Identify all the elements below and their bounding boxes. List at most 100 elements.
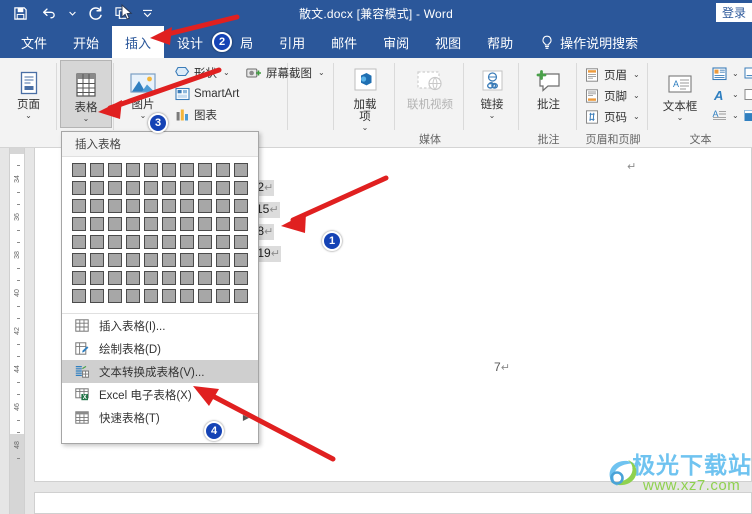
header-button[interactable]: 页眉 ⌄ bbox=[582, 64, 646, 85]
tab-references[interactable]: 引用 bbox=[266, 26, 318, 58]
table-grid-row[interactable] bbox=[72, 271, 249, 285]
table-grid-cell[interactable] bbox=[180, 235, 194, 249]
table-grid-cell[interactable] bbox=[126, 199, 140, 213]
table-grid-row[interactable] bbox=[72, 253, 249, 267]
table-grid-cell[interactable] bbox=[72, 289, 86, 303]
table-grid-cell[interactable] bbox=[126, 289, 140, 303]
table-grid-cell[interactable] bbox=[234, 181, 248, 195]
table-grid-cell[interactable] bbox=[126, 253, 140, 267]
table-grid-cell[interactable] bbox=[216, 235, 230, 249]
table-grid-cell[interactable] bbox=[90, 181, 104, 195]
save-icon[interactable] bbox=[10, 3, 30, 23]
table-grid-cell[interactable] bbox=[90, 217, 104, 231]
table-grid-cell[interactable] bbox=[180, 199, 194, 213]
table-grid-cell[interactable] bbox=[162, 163, 176, 177]
table-grid-cell[interactable] bbox=[216, 271, 230, 285]
pages-button[interactable]: 页面 ⌄ bbox=[0, 58, 57, 120]
table-grid-cell[interactable] bbox=[198, 271, 212, 285]
table-grid-cell[interactable] bbox=[180, 181, 194, 195]
table-size-grid[interactable] bbox=[62, 157, 258, 307]
table-grid-cell[interactable] bbox=[144, 181, 158, 195]
tab-help[interactable]: 帮助 bbox=[474, 26, 526, 58]
new-comment-button[interactable]: 批注 bbox=[520, 58, 577, 111]
table-grid-cell[interactable] bbox=[144, 235, 158, 249]
addins-caret-icon[interactable]: ⌄ bbox=[362, 124, 369, 132]
table-grid-cell[interactable] bbox=[216, 163, 230, 177]
table-grid-cell[interactable] bbox=[162, 253, 176, 267]
table-grid-cell[interactable] bbox=[90, 253, 104, 267]
menu-item-quick-tables[interactable]: 快速表格(T) ▶ bbox=[62, 406, 258, 429]
table-grid-cell[interactable] bbox=[108, 289, 122, 303]
table-grid-cell[interactable] bbox=[198, 199, 212, 213]
table-grid-cell[interactable] bbox=[90, 163, 104, 177]
table-grid-cell[interactable] bbox=[162, 217, 176, 231]
link-button[interactable]: 链接 ⌄ bbox=[465, 58, 519, 120]
table-grid-row[interactable] bbox=[72, 217, 249, 231]
table-grid-cell[interactable] bbox=[180, 289, 194, 303]
table-grid-cell[interactable] bbox=[108, 253, 122, 267]
tab-file[interactable]: 文件 bbox=[8, 26, 60, 58]
table-grid-cell[interactable] bbox=[198, 181, 212, 195]
table-grid-cell[interactable] bbox=[108, 271, 122, 285]
wordart-caret-icon[interactable]: ⌄ bbox=[732, 90, 739, 99]
table-grid-cell[interactable] bbox=[144, 163, 158, 177]
table-grid-cell[interactable] bbox=[126, 217, 140, 231]
screenshot-button[interactable]: 屏幕截图 ⌄ bbox=[244, 62, 325, 83]
table-caret-icon[interactable]: ⌄ bbox=[83, 115, 90, 123]
table-grid-cell[interactable] bbox=[72, 253, 86, 267]
table-grid-cell[interactable] bbox=[90, 199, 104, 213]
tell-me-search[interactable]: 操作说明搜索 bbox=[526, 26, 648, 58]
table-grid-cell[interactable] bbox=[234, 163, 248, 177]
drop-cap-button[interactable]: A ⌄ bbox=[709, 105, 739, 126]
date-time-button[interactable] bbox=[741, 84, 752, 105]
menu-item-draw-table[interactable]: 绘制表格(D) bbox=[62, 337, 258, 360]
table-grid-cell[interactable] bbox=[108, 163, 122, 177]
document-page-2[interactable] bbox=[34, 492, 752, 514]
pages-caret-icon[interactable]: ⌄ bbox=[25, 112, 32, 120]
table-button[interactable]: 表格 ⌄ bbox=[60, 60, 112, 128]
tab-insert[interactable]: 插入 bbox=[112, 26, 165, 58]
link-caret-icon[interactable]: ⌄ bbox=[489, 112, 496, 120]
screenshot-caret-icon[interactable]: ⌄ bbox=[318, 68, 325, 77]
header-caret-icon[interactable]: ⌄ bbox=[633, 70, 640, 79]
table-grid-cell[interactable] bbox=[108, 235, 122, 249]
table-grid-cell[interactable] bbox=[180, 271, 194, 285]
object-button[interactable] bbox=[741, 105, 752, 126]
table-grid-cell[interactable] bbox=[198, 289, 212, 303]
menu-item-insert-table[interactable]: 插入表格(I)... bbox=[62, 314, 258, 337]
customize-qat-icon[interactable] bbox=[141, 3, 153, 23]
table-grid-cell[interactable] bbox=[216, 217, 230, 231]
table-grid-cell[interactable] bbox=[234, 271, 248, 285]
table-grid-row[interactable] bbox=[72, 181, 249, 195]
tab-design[interactable]: 设计 bbox=[164, 26, 216, 58]
table-grid-cell[interactable] bbox=[198, 235, 212, 249]
page-number-button[interactable]: 页码 ⌄ bbox=[582, 106, 646, 127]
addins-button[interactable]: 加载项 ⌄ bbox=[335, 58, 395, 132]
table-grid-cell[interactable] bbox=[234, 217, 248, 231]
table-grid-cell[interactable] bbox=[72, 235, 86, 249]
text-box-caret-icon[interactable]: ⌄ bbox=[677, 114, 684, 122]
table-grid-cell[interactable] bbox=[162, 181, 176, 195]
table-grid-cell[interactable] bbox=[162, 199, 176, 213]
table-grid-cell[interactable] bbox=[126, 181, 140, 195]
table-grid-cell[interactable] bbox=[72, 271, 86, 285]
table-grid-cell[interactable] bbox=[108, 181, 122, 195]
table-grid-cell[interactable] bbox=[108, 217, 122, 231]
doc-bottom-line[interactable]: 7↵ bbox=[494, 359, 510, 377]
table-grid-cell[interactable] bbox=[144, 199, 158, 213]
table-grid-cell[interactable] bbox=[198, 253, 212, 267]
redo-icon[interactable] bbox=[85, 3, 105, 23]
table-grid-cell[interactable] bbox=[216, 253, 230, 267]
tab-home[interactable]: 开始 bbox=[60, 26, 112, 58]
table-grid-cell[interactable] bbox=[144, 253, 158, 267]
table-grid-cell[interactable] bbox=[162, 271, 176, 285]
quick-parts-button[interactable]: ⌄ bbox=[709, 63, 739, 84]
table-grid-cell[interactable] bbox=[144, 271, 158, 285]
table-grid-cell[interactable] bbox=[90, 271, 104, 285]
undo-dropdown-icon[interactable] bbox=[68, 3, 76, 23]
pictures-button[interactable]: 图片 ⌄ bbox=[119, 58, 167, 120]
shapes-caret-icon[interactable]: ⌄ bbox=[223, 68, 230, 77]
table-grid-cell[interactable] bbox=[72, 217, 86, 231]
footer-button[interactable]: 页脚 ⌄ bbox=[582, 85, 646, 106]
table-grid-cell[interactable] bbox=[180, 217, 194, 231]
